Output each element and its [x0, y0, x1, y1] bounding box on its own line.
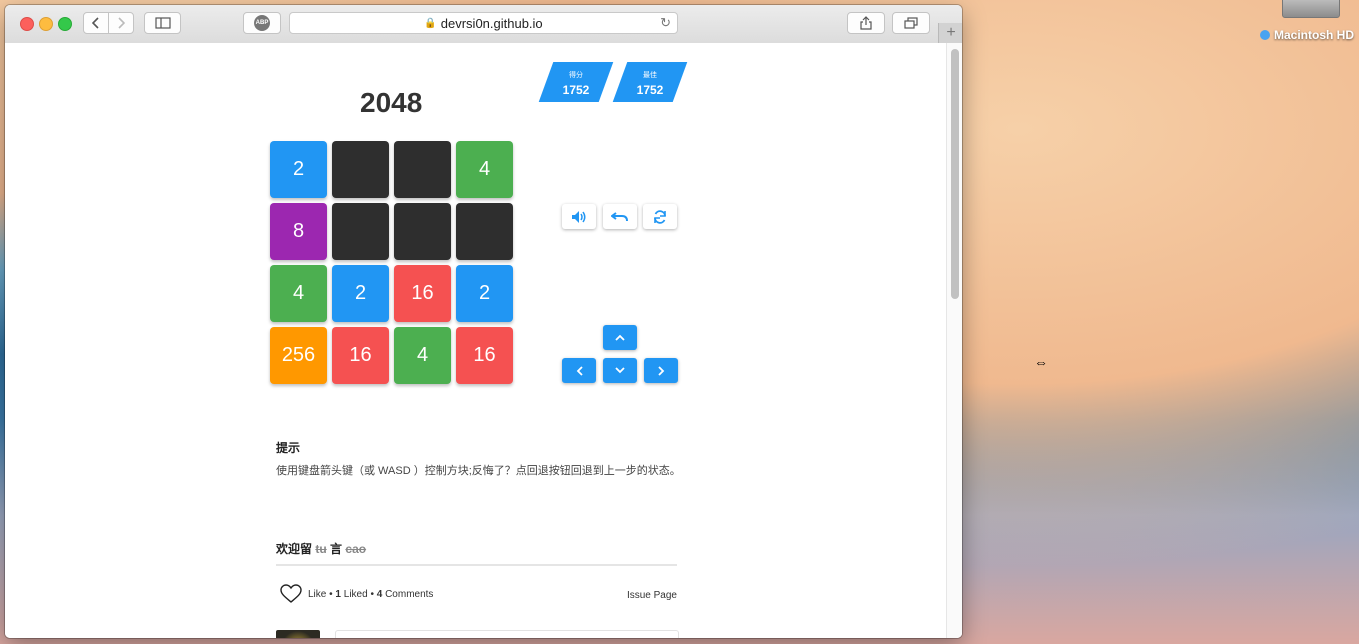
lock-icon: 🔒: [424, 17, 437, 29]
heading-text-2: 言: [330, 542, 343, 556]
share-button[interactable]: [847, 12, 885, 34]
hard-drive-icon[interactable]: [1282, 0, 1340, 18]
heading-strike-1: tu: [315, 542, 327, 556]
score-value: 1752: [562, 83, 590, 97]
heading-text: 欢迎留: [276, 542, 313, 556]
reaction-bar: Like • 1 Liked • 4 Comments Issue Page: [276, 584, 677, 606]
new-tab-button[interactable]: +: [938, 23, 962, 43]
forward-button[interactable]: [108, 12, 134, 34]
tile-256: 256: [270, 327, 327, 384]
hard-drive-name: Macintosh HD: [1274, 28, 1355, 42]
comments-heading: 欢迎留 tu 言 cao: [276, 540, 677, 566]
tile-16: 16: [394, 265, 451, 322]
adblock-icon: ABP: [254, 15, 270, 31]
tile-empty: [394, 203, 451, 260]
score-box: 得分 1752: [546, 62, 606, 102]
like-summary: Like • 1 Liked • 4 Comments: [308, 589, 434, 600]
show-tabs-button[interactable]: [892, 12, 930, 34]
tile-4: 4: [394, 327, 451, 384]
close-window-button[interactable]: [20, 17, 34, 31]
browser-toolbar: ABP 🔒 devrsi0n.github.io ↻ +: [5, 5, 962, 44]
move-right-button[interactable]: [644, 358, 678, 383]
restart-button[interactable]: [643, 204, 677, 229]
volume-icon: [572, 210, 586, 223]
undo-button[interactable]: [603, 204, 637, 229]
hint-text: 使用键盘箭头键（或 WASD ）控制方块;反悔了？点回退按钮回退到上一步的状态。: [276, 465, 681, 477]
chevron-right-icon: [657, 365, 664, 376]
sidebar-icon: [154, 17, 171, 29]
tile-empty: [394, 141, 451, 198]
best-score-value: 1752: [636, 83, 664, 97]
like-label[interactable]: Like: [308, 589, 326, 600]
sound-toggle-button[interactable]: [562, 204, 596, 229]
chevron-down-icon: [615, 367, 625, 374]
resize-cursor-icon: ⇔: [1034, 354, 1048, 370]
game-board[interactable]: 2 4 8 4 2 16 2 256 16 4 16: [270, 141, 515, 386]
tile-8: 8: [270, 203, 327, 260]
minimize-window-button[interactable]: [39, 17, 53, 31]
tile-4: 4: [456, 141, 513, 198]
share-icon: [860, 16, 872, 30]
comments-label: Comments: [385, 589, 434, 600]
zoom-window-button[interactable]: [58, 17, 72, 31]
move-down-button[interactable]: [603, 358, 637, 383]
adblock-button[interactable]: ABP: [243, 12, 281, 34]
hard-drive-label[interactable]: Macintosh HD: [1260, 28, 1354, 42]
game-title: 2048: [360, 87, 423, 118]
move-left-button[interactable]: [562, 358, 596, 383]
tabs-icon: [904, 17, 918, 29]
avatar: [276, 630, 320, 638]
chevron-left-icon: [92, 17, 99, 29]
refresh-icon: [654, 209, 666, 224]
score-label: 得分: [569, 72, 583, 79]
tile-empty: [332, 203, 389, 260]
tile-empty: [332, 141, 389, 198]
sidebar-toggle-button[interactable]: [144, 12, 181, 34]
back-button[interactable]: [83, 12, 109, 34]
heart-icon[interactable]: [280, 584, 302, 604]
address-bar[interactable]: 🔒 devrsi0n.github.io ↻: [289, 12, 678, 34]
liked-count: 1: [335, 589, 341, 600]
comment-count: 4: [376, 589, 383, 600]
browser-window: ABP 🔒 devrsi0n.github.io ↻ + 2048 得分 175…: [5, 5, 962, 638]
page-content: 2048 得分 1752 最佳 1752 2 4 8 4 2 16 2 256 16 4 16: [5, 43, 962, 638]
hint-title: 提示: [276, 441, 301, 455]
move-up-button[interactable]: [603, 325, 637, 350]
tile-16: 16: [332, 327, 389, 384]
tile-empty: [456, 203, 513, 260]
chevron-right-icon: [118, 17, 125, 29]
tile-2: 2: [332, 265, 389, 322]
best-score-box: 最佳 1752: [620, 62, 680, 102]
chevron-up-icon: [615, 334, 625, 341]
chevron-left-icon: [576, 365, 583, 376]
tile-4: 4: [270, 265, 327, 322]
scrollbar[interactable]: [946, 43, 962, 638]
best-score-label: 最佳: [643, 72, 657, 79]
liked-label: Liked: [343, 589, 368, 600]
url-text: devrsi0n.github.io: [440, 15, 543, 31]
tile-2: 2: [456, 265, 513, 322]
undo-icon: [611, 211, 628, 221]
tile-16: 16: [456, 327, 513, 384]
scrollbar-thumb[interactable]: [951, 49, 959, 299]
tile-2: 2: [270, 141, 327, 198]
comment-input[interactable]: [335, 630, 679, 638]
heading-strike-2: cao: [345, 542, 367, 556]
reload-icon[interactable]: ↻: [660, 15, 671, 31]
issue-page-link[interactable]: Issue Page: [627, 590, 677, 601]
